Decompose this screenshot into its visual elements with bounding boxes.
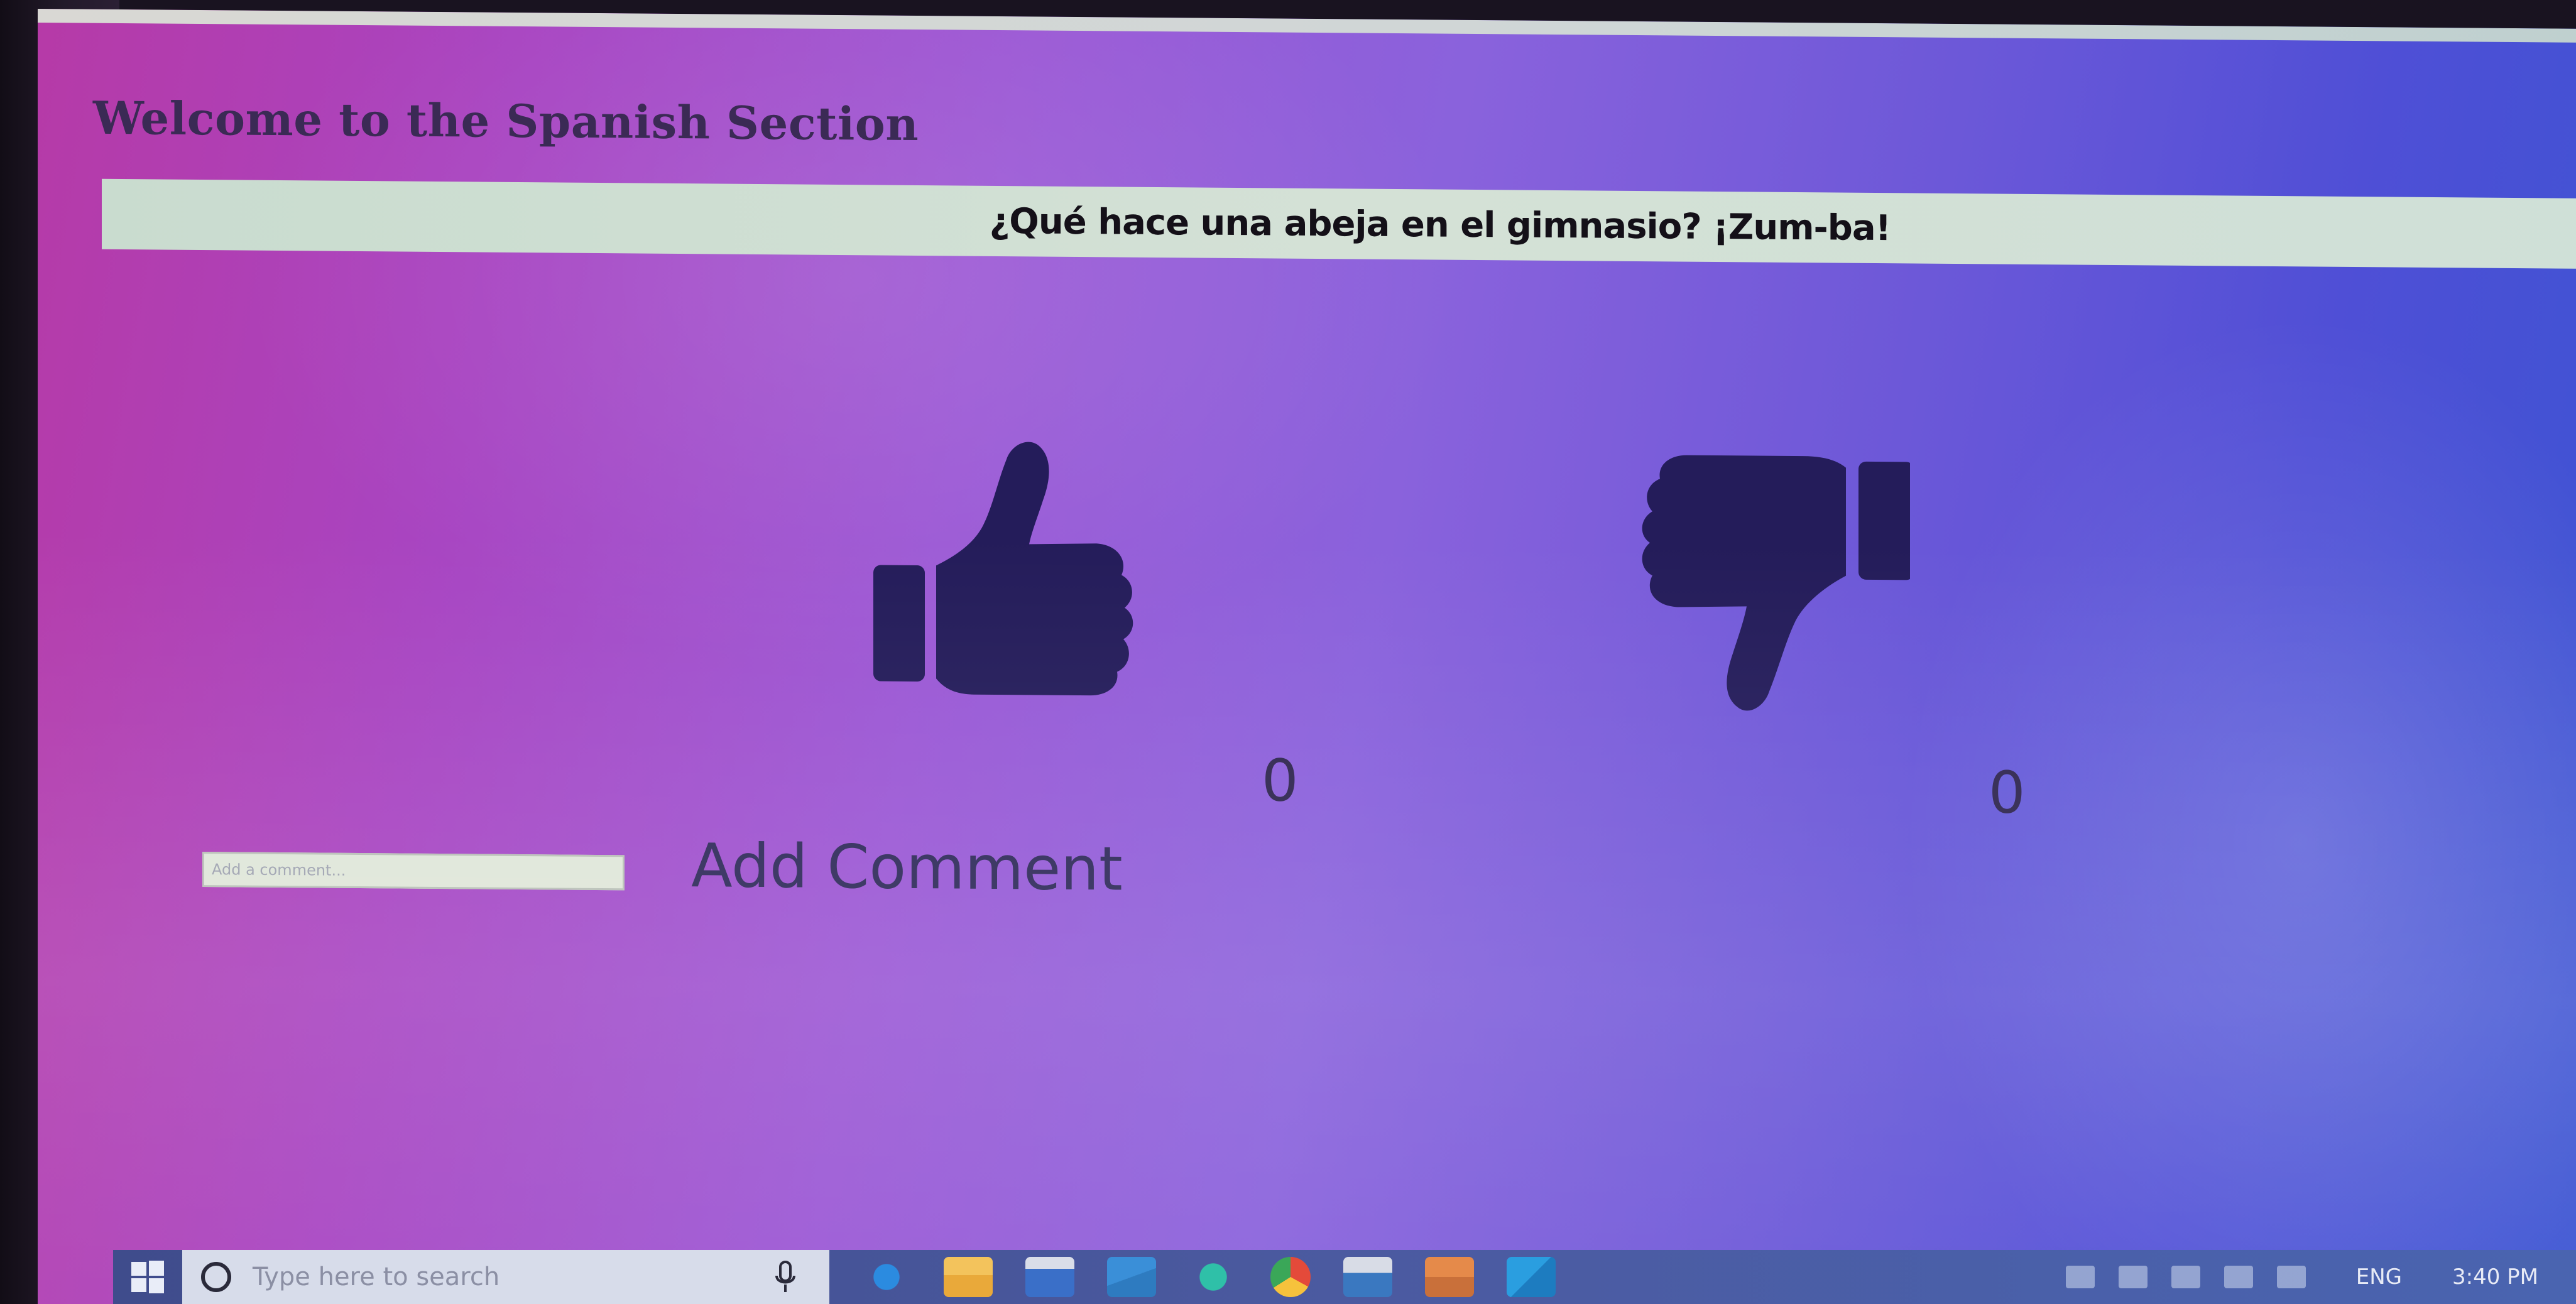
photo-of-monitor: Welcome to the Spanish Section ¿Qué hace… [0,0,2576,1304]
joke-banner: ¿Qué hace una abeja en el gimnasio? ¡Zum… [102,178,2576,269]
taskbar-search-box[interactable]: Type here to search [182,1250,829,1304]
thumbs-down-button[interactable] [1615,448,1910,740]
browser-viewport: Welcome to the Spanish Section ¿Qué hace… [38,9,2576,1304]
windows-start-icon [131,1261,164,1293]
people-icon[interactable] [2065,1266,2095,1288]
browser-chrome-edge [38,9,2576,43]
network-icon[interactable] [2118,1266,2148,1288]
search-icon [201,1262,231,1292]
upvote-count: 0 [1262,747,1299,815]
page-title: Welcome to the Spanish Section [93,90,919,151]
keyboard-icon[interactable] [2276,1266,2306,1288]
app-icon[interactable] [1189,1257,1238,1297]
edge-browser-icon[interactable] [862,1257,911,1297]
microphone-icon[interactable] [773,1259,798,1295]
windows-taskbar: Type here to search ENG 3:40 PM [113,1250,2576,1304]
comment-input[interactable] [202,852,625,891]
volume-icon[interactable] [2224,1266,2253,1288]
mail-icon[interactable] [1107,1257,1156,1297]
battery-icon[interactable] [2171,1266,2200,1288]
chrome-icon[interactable] [1270,1257,1311,1297]
thumbs-up-icon [873,442,1133,696]
thumbs-up-button[interactable] [873,430,1143,714]
folder-icon[interactable] [1425,1257,1474,1297]
file-explorer-icon[interactable] [944,1257,993,1297]
input-language[interactable]: ENG [2356,1264,2402,1290]
add-comment-button[interactable]: Add Comment [691,830,1123,904]
start-button[interactable] [113,1250,182,1304]
taskbar-search-placeholder: Type here to search [253,1263,500,1291]
vscode-icon[interactable] [1507,1257,1556,1297]
system-tray: ENG 3:40 PM [2042,1250,2576,1304]
app-icon[interactable] [1343,1257,1392,1297]
thumbs-down-icon [1642,455,1910,711]
system-clock[interactable]: 3:40 PM [2452,1264,2538,1290]
store-icon[interactable] [1025,1257,1074,1297]
joke-text: ¿Qué hace una abeja en el gimnasio? ¡Zum… [989,200,1891,249]
downvote-count: 0 [1989,759,2026,827]
